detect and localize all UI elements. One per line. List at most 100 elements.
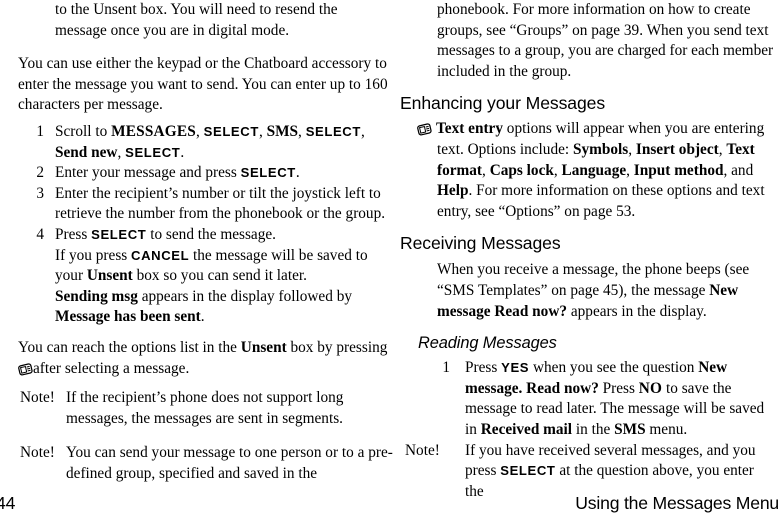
page-number: 44 [0, 493, 16, 513]
menu-label-received-mail: Received mail [480, 420, 573, 438]
continued-line-1: to the Unsent box. You will need to rese… [55, 1, 338, 18]
sep: , and [723, 161, 754, 179]
list-item: 1 Press YES when you see the question Ne… [400, 358, 775, 440]
sep: , [553, 161, 562, 179]
page-footer: 44 Using the Messages Menu [0, 490, 781, 514]
running-header: Using the Messages Menu [575, 493, 779, 513]
menu-label-send-new: Send new [55, 143, 118, 161]
detail-part-5: . [200, 308, 205, 326]
document-page: to the Unsent box. You will need to rese… [0, 0, 781, 521]
rc-part-1: When you receive a message, the phone be… [437, 261, 750, 299]
step-number: 3 [36, 184, 44, 202]
note-block: Note! If the recipient’s phone does not … [18, 388, 393, 429]
key-label-yes: YES [501, 360, 530, 376]
continued-paragraph-right: phonebook. For more information on how t… [437, 1, 774, 80]
rc-part-2: appears in the display. [567, 302, 707, 320]
option-help: Help [437, 182, 469, 200]
detail-part-4: appears in the display followed by [137, 287, 352, 305]
step-number: 1 [442, 359, 450, 377]
step-end: . [295, 164, 300, 182]
step-4-detail-2: Sending msg appears in the display follo… [18, 287, 393, 328]
menu-label-sms: SMS [266, 122, 299, 140]
note-text: You can send your message to one person … [66, 444, 393, 482]
display-text-sent: Message has been sent [55, 308, 201, 326]
option-caps-lock: Caps lock [489, 161, 554, 179]
step-number: 4 [36, 225, 44, 243]
step-text: Press YES when you see the question New … [465, 359, 764, 438]
step-pre: Press [465, 359, 502, 377]
sep: , [196, 122, 204, 140]
menu-label-messages: MESSAGES [111, 122, 197, 140]
step-text: Enter your message and press SELECT. [55, 164, 300, 181]
receiving-paragraph: When you receive a message, the phone be… [437, 260, 775, 322]
menu-label-unsent: Unsent [86, 267, 133, 285]
te-part-2: . For more information on these options … [437, 182, 765, 220]
menu-key-icon [18, 362, 33, 376]
sep: , [117, 143, 126, 161]
sep: , [482, 161, 490, 179]
detail-part-3: box so you can send it later. [132, 267, 307, 285]
heading-receiving-messages: Receiving Messages [400, 233, 561, 254]
key-label-select: SELECT [91, 226, 147, 242]
note-label: Note! [20, 444, 55, 462]
heading-reading-messages: Reading Messages [418, 334, 557, 353]
step-number: 2 [36, 164, 44, 182]
note-text: If the recipient’s phone does not suppor… [66, 389, 344, 427]
step-4-detail: If you press CANCEL the message will be … [18, 246, 393, 287]
sep: , [626, 161, 634, 179]
sep: , [298, 122, 306, 140]
text-entry-paragraph: Text entry options will appear when you … [417, 119, 775, 222]
key-label-cancel: CANCEL [131, 247, 190, 263]
key-label-no: NO [638, 379, 663, 397]
detail-part-1: If you press [55, 246, 132, 264]
option-insert-object: Insert object [635, 140, 719, 158]
continued-line-2: message once you are in digital mode. [55, 21, 290, 39]
display-text-sending: Sending msg [55, 287, 138, 305]
step-end: to send the message. [146, 225, 276, 243]
note-block: Note! You can send your message to one p… [18, 443, 393, 484]
option-input-method: Input method [633, 161, 724, 179]
menu-label-unsent: Unsent [240, 338, 287, 356]
key-label-select: SELECT [125, 144, 181, 160]
left-column: to the Unsent box. You will need to rese… [18, 0, 393, 484]
step-pre: Scroll to [55, 122, 112, 140]
menu-label-sms: SMS [614, 420, 646, 438]
list-item: 3 Enter the recipient’s number or tilt t… [18, 184, 393, 225]
options-part-2: box by pressing [286, 338, 388, 356]
key-label-select: SELECT [305, 123, 361, 139]
key-label-select: SELECT [240, 165, 296, 181]
options-part-1: You can reach the options list in the [18, 338, 241, 356]
continued-paragraph-left: to the Unsent box. You will need to rese… [55, 0, 393, 41]
step-end: . [180, 143, 185, 161]
intro-paragraph: You can use either the keypad or the Cha… [18, 55, 388, 114]
key-label-select: SELECT [500, 463, 556, 479]
sep: , [628, 140, 636, 158]
sep: , [360, 122, 365, 140]
step-number: 1 [36, 122, 44, 140]
step-mid-2: Press [598, 379, 639, 397]
step-mid-4: in the [572, 420, 615, 438]
bold-lead-text-entry: Text entry [436, 120, 503, 138]
note-label: Note! [20, 389, 55, 407]
step-mid-1: when you see the question [529, 359, 699, 377]
list-item: 4 Press SELECT to send the message. [18, 225, 393, 246]
options-paragraph: You can reach the options list in the Un… [18, 338, 393, 379]
step-end: menu. [645, 420, 688, 438]
heading-enhancing-your-messages: Enhancing your Messages [400, 93, 606, 114]
step-text: Press SELECT to send the message. [55, 226, 276, 243]
key-label-select: SELECT [203, 123, 259, 139]
step-pre: Press [55, 225, 92, 243]
options-part-3: after selecting a message. [33, 359, 190, 377]
note-label: Note! [405, 441, 440, 459]
list-item: 2 Enter your message and press SELECT. [18, 163, 393, 184]
list-item: 1 Scroll to MESSAGES, SELECT, SMS, SELEC… [18, 122, 393, 163]
menu-key-icon [417, 123, 432, 136]
step-pre: Enter your message and press [55, 164, 241, 182]
step-text: Scroll to MESSAGES, SELECT, SMS, SELECT,… [55, 123, 365, 161]
reading-steps-list: 1 Press YES when you see the question Ne… [400, 358, 775, 440]
send-steps-list: 1 Scroll to MESSAGES, SELECT, SMS, SELEC… [18, 122, 393, 328]
option-symbols: Symbols [572, 140, 629, 158]
option-language: Language [561, 161, 627, 179]
sep: , [258, 122, 267, 140]
right-column: phonebook. For more information on how t… [400, 0, 775, 502]
